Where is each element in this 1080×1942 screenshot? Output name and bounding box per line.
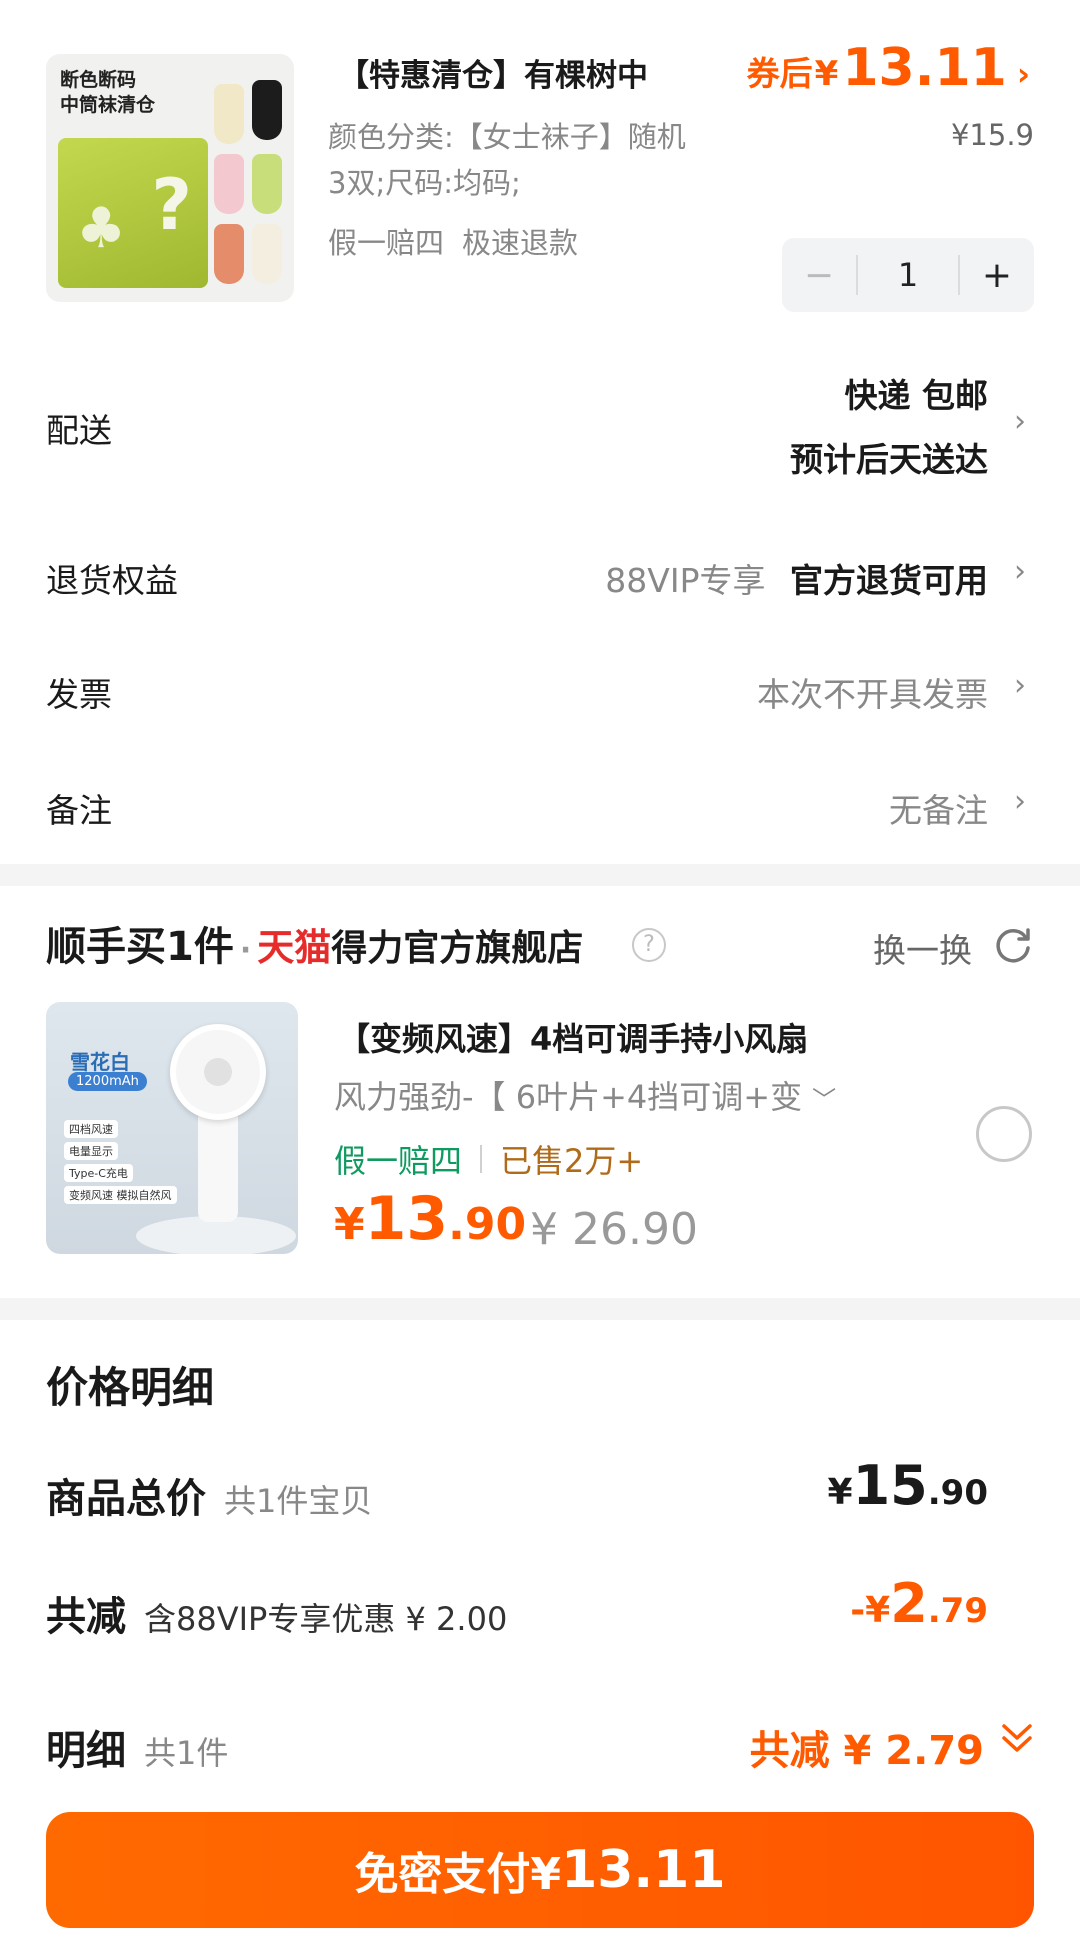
pay-amount: 13.11 [561,1840,726,1900]
bundle-dot: · [239,933,252,968]
refresh-icon[interactable] [992,924,1034,966]
discount-amount: -¥ 2.79 [850,1572,988,1635]
double-chevron-down-icon[interactable] [1000,1718,1034,1758]
chevron-down-icon: ﹀ [812,1086,837,1114]
guarantee-counterfeit: 假一赔四 [328,226,445,260]
decrease-button[interactable]: − [782,255,856,296]
quantity-value[interactable]: 1 [856,255,960,295]
chevron-right-icon[interactable]: › [1014,784,1026,819]
fan-product-image[interactable]: 雪花白 1200mAh 四档风速 电量显示 Type-C充电 变频风速 模拟自然… [46,1002,298,1254]
chevron-right-icon[interactable]: › [1017,55,1030,93]
return-label: 退货权益 [46,561,178,600]
bundle-tags: 假一赔四 已售2万+ [334,1136,643,1182]
product-title[interactable]: 【特惠清仓】有棵树中 [338,50,648,95]
bundle-header: 顺手买1件 · 天猫得力官方旗舰店 [46,914,583,972]
note-label: 备注 [46,791,112,830]
fan-feature: 变频风速 模拟自然风 [64,1186,177,1204]
guarantee-tag: 假一赔四 [334,1142,463,1180]
fan-capacity-tag: 1200mAh [68,1072,147,1091]
chevron-right-icon[interactable]: › [1014,554,1026,589]
invoice-value[interactable]: 本次不开具发票 [757,668,988,716]
product-image-caption: 断色断码 中筒袜清仓 [60,69,156,116]
swap-button[interactable]: 换一换 [873,924,972,972]
bundle-price: ¥13.90 [334,1184,527,1254]
coupon-price-value: 13.11 [842,38,1007,98]
pay-label: 免密支付¥ [354,1849,562,1900]
detail-discount-sum[interactable]: 共减 ¥ 2.79 [750,1718,984,1776]
quantity-stepper[interactable]: − 1 + [782,238,1034,312]
chevron-right-icon[interactable]: › [1014,404,1026,439]
coupon-currency: ¥ [814,54,839,94]
note-value[interactable]: 无备注 [889,784,988,832]
section-divider [0,1298,1080,1320]
pay-button[interactable]: 免密支付¥ 13.11 [46,1812,1034,1928]
bundle-spec-select[interactable]: 风力强劲-【 6叶片+4挡可调+变 ﹀ [334,1072,836,1118]
product-spec[interactable]: 颜色分类:【女士袜子】随机 3双;尺码:均码; [328,114,768,206]
fan-color-tag: 雪花白 [70,1050,130,1074]
chevron-right-icon[interactable]: › [1014,668,1026,703]
original-price: ¥15.9 [950,118,1034,152]
product-image[interactable]: 断色断码 中筒袜清仓 ♣? [46,54,294,302]
help-icon[interactable]: ? [632,928,666,962]
guarantee-refund: 极速退款 [462,226,579,260]
coupon-price[interactable]: 券后 ¥ 13.11 › [747,38,1030,98]
mystery-box-graphic: ♣? [58,138,208,288]
return-value[interactable]: 88VIP专享 官方退货可用 [605,554,988,602]
total-price-label: 商品总价 共1件宝贝 [46,1476,373,1522]
delivery-value[interactable]: 快递 包邮 预计后天送达 [790,364,988,492]
bundle-select-radio[interactable] [976,1106,1032,1162]
bundle-product-title[interactable]: 【变频风速】4档可调手持小风扇 [338,1014,808,1060]
invoice-label: 发票 [46,675,112,714]
delivery-label: 配送 [46,411,112,450]
product-guarantees: 假一赔四 极速退款 [328,220,578,262]
section-divider [0,864,1080,886]
increase-button[interactable]: + [960,255,1034,296]
fan-feature: 四档风速 [64,1120,118,1138]
total-price-amount: ¥15.90 [827,1454,988,1517]
sold-count: 已售2万+ [500,1142,644,1180]
fan-feature: 电量显示 [64,1142,118,1160]
return-value-text: 官方退货可用 [790,561,988,600]
return-vip-tag: 88VIP专享 [605,561,766,600]
bundle-brand: 顺手买1件 [46,924,234,970]
tmall-logo: 天猫 [257,926,332,969]
price-detail-title: 价格明细 [46,1363,215,1412]
bundle-original-price: ¥ 26.90 [530,1204,698,1255]
coupon-label: 券后 [746,54,813,93]
store-name: 得力官方旗舰店 [331,928,584,969]
discount-label: 共减 含88VIP专享优惠 ¥ 2.00 [46,1594,508,1640]
fan-feature: Type-C充电 [64,1164,133,1182]
detail-label: 明细 共1件 [46,1728,229,1774]
